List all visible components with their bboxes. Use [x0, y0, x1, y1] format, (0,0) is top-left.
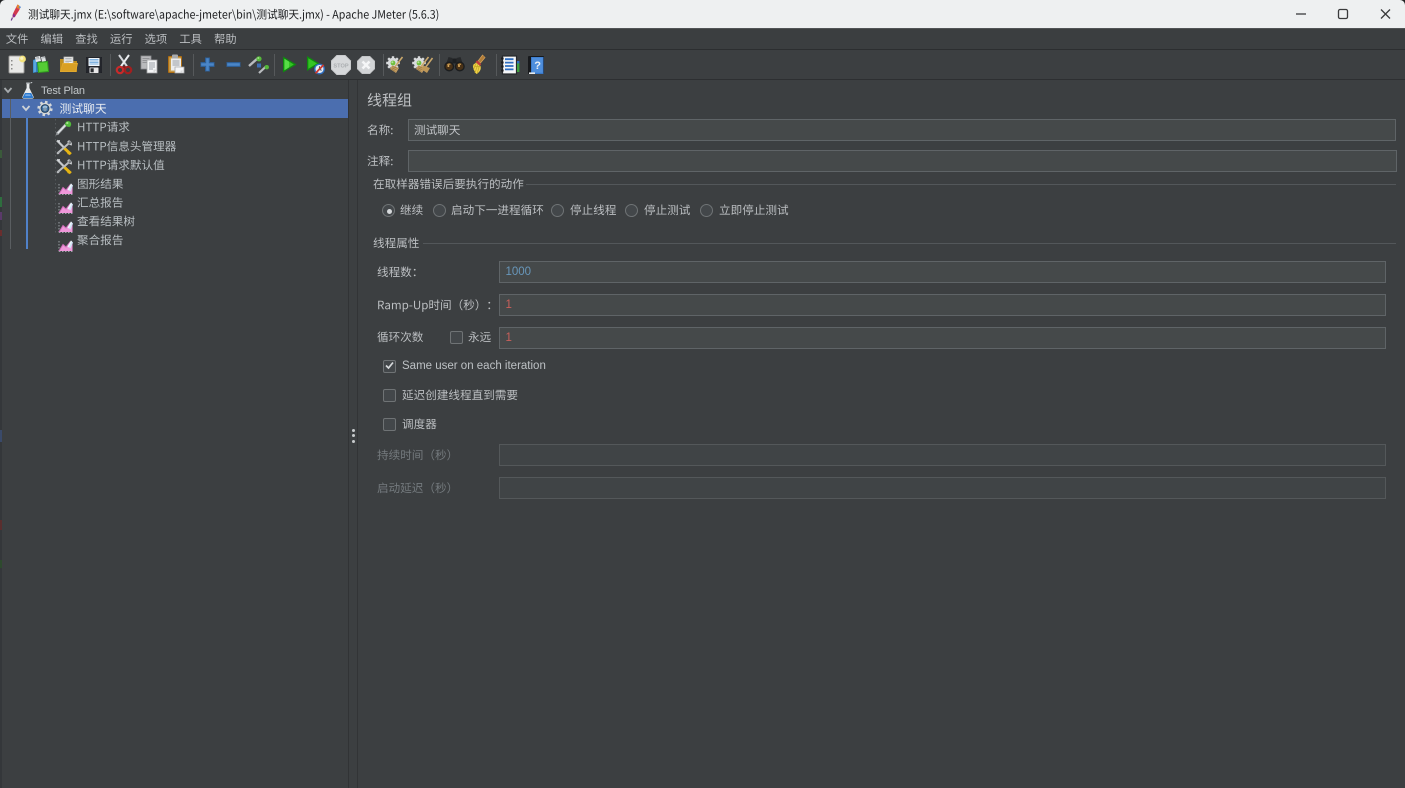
svg-text:STOP: STOP — [333, 64, 348, 70]
svg-text:?: ? — [534, 60, 541, 72]
